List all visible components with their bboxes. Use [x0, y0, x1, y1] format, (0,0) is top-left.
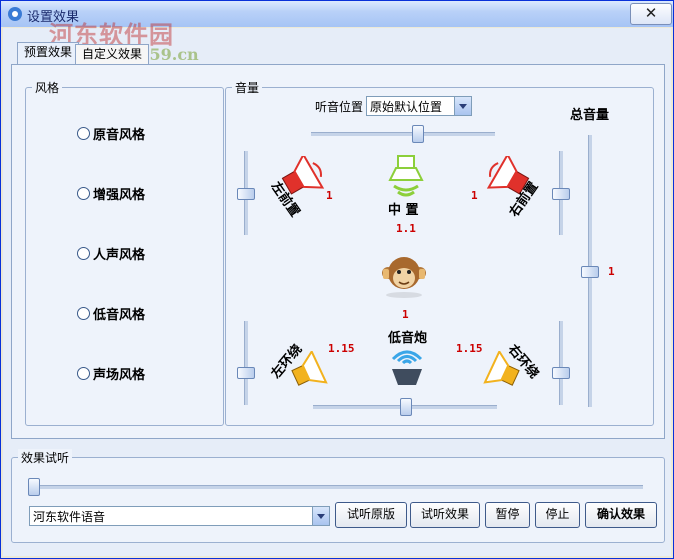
radio-label: 低音风格: [93, 308, 146, 323]
radio-enhanced-style[interactable]: 增强风格: [77, 184, 145, 203]
audio-source-dropdown[interactable]: 河东软件语音: [29, 506, 330, 526]
front-right-volume-thumb[interactable]: [552, 188, 570, 200]
radio-soundfield-style[interactable]: 声场风格: [77, 364, 145, 383]
chevron-down-icon[interactable]: [312, 507, 329, 525]
radio-circle[interactable]: [77, 367, 90, 380]
close-button[interactable]: ✕: [630, 3, 672, 25]
preview-group-title: 效果试听: [18, 449, 73, 466]
front-left-volume-thumb[interactable]: [237, 188, 255, 200]
listener-monkey-icon: [382, 257, 426, 298]
radio-circle[interactable]: [77, 307, 90, 320]
rear-right-volume-thumb[interactable]: [552, 367, 570, 379]
style-group-title: 风格: [32, 79, 63, 96]
rear-right-value: 1.15: [456, 342, 483, 355]
radio-circle[interactable]: [77, 127, 90, 140]
listen-position-dropdown[interactable]: 原始默认位置: [366, 96, 472, 116]
preview-effect-button[interactable]: 试听效果: [410, 502, 480, 528]
preview-original-button[interactable]: 试听原版: [335, 502, 407, 528]
listen-position-value: 原始默认位置: [370, 100, 443, 114]
pause-button[interactable]: 暂停: [485, 502, 530, 528]
radio-circle[interactable]: [77, 247, 90, 260]
audio-source-value: 河东软件语音: [33, 510, 106, 524]
playback-track[interactable]: [29, 485, 643, 489]
radio-circle[interactable]: [77, 187, 90, 200]
rear-left-value: 1.15: [328, 342, 355, 355]
radio-label: 人声风格: [93, 248, 146, 263]
radio-label: 声场风格: [93, 368, 146, 383]
master-volume-value: 1: [608, 265, 615, 278]
playback-slider-thumb[interactable]: [28, 478, 40, 496]
rear-left-volume-track[interactable]: [244, 321, 248, 405]
chevron-down-icon[interactable]: [454, 97, 471, 115]
radio-bass-style[interactable]: 低音风格: [77, 304, 145, 323]
listen-position-label: 听音位置: [315, 100, 364, 114]
rear-balance-slider-thumb[interactable]: [400, 398, 412, 416]
front-left-value: 1: [326, 189, 333, 202]
radio-label: 原音风格: [93, 128, 146, 143]
radio-label: 增强风格: [93, 188, 146, 203]
master-volume-thumb[interactable]: [581, 266, 599, 278]
front-balance-slider-thumb[interactable]: [412, 125, 424, 143]
radio-vocal-style[interactable]: 人声风格: [77, 244, 145, 263]
app-icon: [8, 7, 22, 21]
front-balance-track[interactable]: [311, 132, 495, 136]
center-speaker-label: 中 置: [388, 203, 419, 218]
rear-left-volume-thumb[interactable]: [237, 367, 255, 379]
rear-right-volume-track[interactable]: [559, 321, 563, 405]
preview-group: 效果试听: [11, 449, 665, 543]
subwoofer-label: 低音炮: [388, 331, 428, 346]
tab-custom-effects[interactable]: 自定义效果: [75, 44, 150, 65]
subwoofer-icon[interactable]: [388, 345, 426, 387]
tab-preset-effects[interactable]: 预置效果: [17, 42, 80, 65]
volume-group-title: 音量: [232, 79, 263, 96]
listener-value: 1: [402, 308, 409, 321]
center-speaker-icon[interactable]: [388, 154, 424, 198]
confirm-effect-button[interactable]: 确认效果: [585, 502, 657, 528]
stop-button[interactable]: 停止: [535, 502, 580, 528]
radio-original-style[interactable]: 原音风格: [77, 124, 145, 143]
master-volume-label: 总音量: [570, 108, 610, 123]
front-right-value: 1: [471, 189, 478, 202]
center-value: 1.1: [396, 222, 416, 235]
effects-window: 设置效果 ✕ 河东软件园 www.pc0359.cn 预置效果 自定义效果 风格…: [0, 0, 674, 559]
